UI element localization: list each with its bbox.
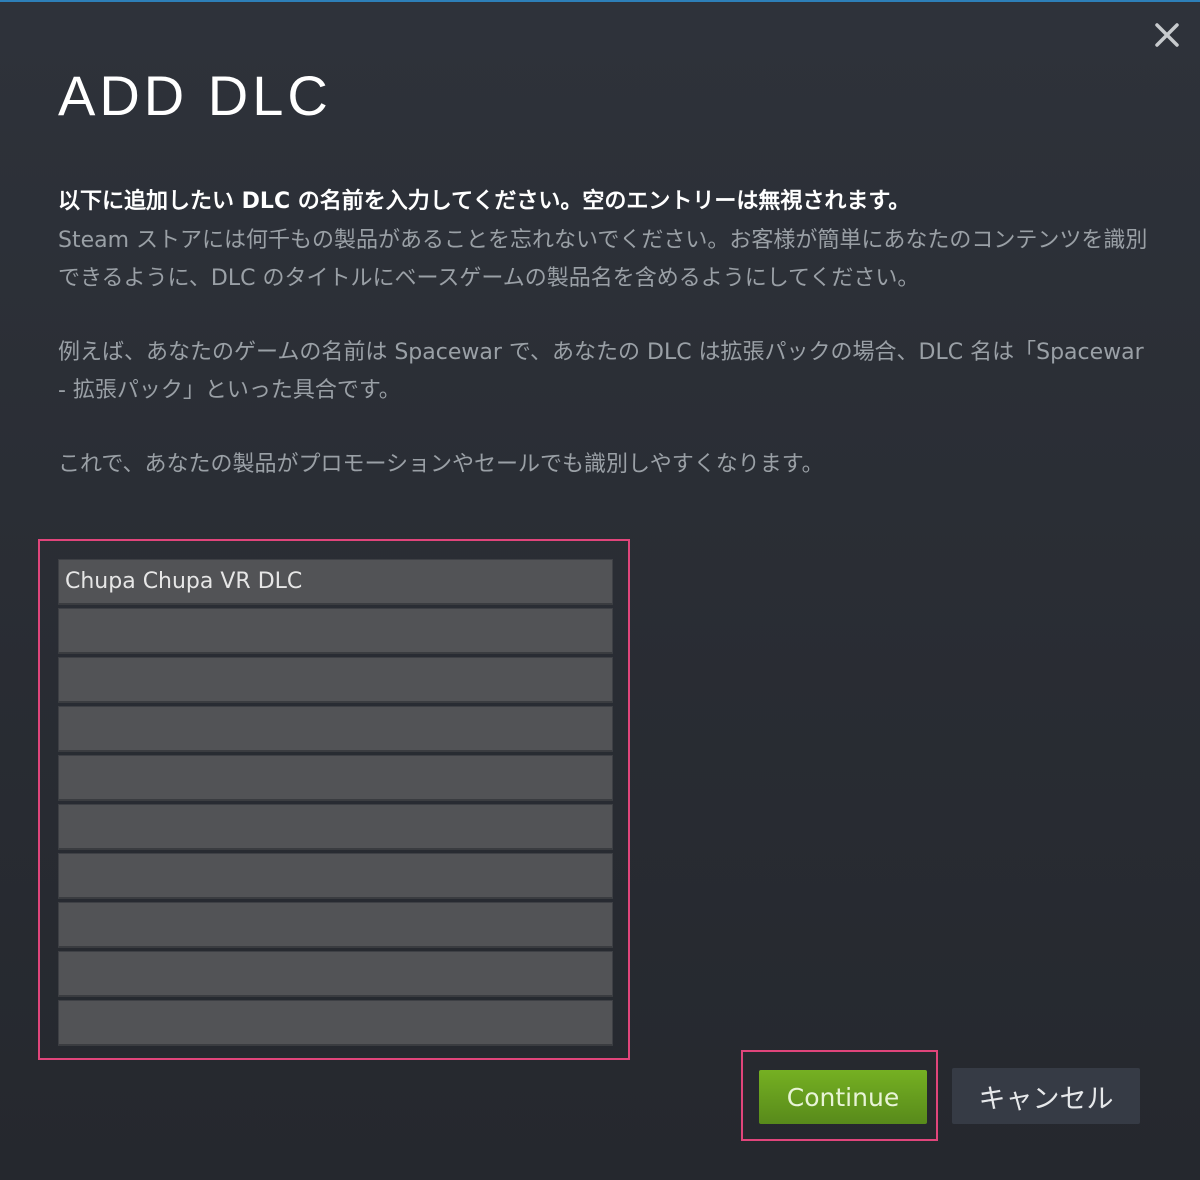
dialog-title: ADD DLC	[58, 64, 332, 127]
dlc-name-input-8[interactable]	[58, 902, 613, 948]
dlc-name-input-9[interactable]	[58, 951, 613, 997]
dlc-name-input-2[interactable]	[58, 608, 613, 654]
instructions-paragraph-2: 例えば、あなたのゲームの名前は Spacewar で、あなたの DLC は拡張パ…	[58, 340, 1144, 403]
instructions-paragraph-3: これで、あなたの製品がプロモーションやセールでも識別しやすくなります。	[58, 452, 824, 477]
dlc-name-input-5[interactable]	[58, 755, 613, 801]
dlc-name-input-1[interactable]	[58, 559, 613, 605]
cancel-button[interactable]: キャンセル	[952, 1068, 1140, 1124]
dlc-name-input-7[interactable]	[58, 853, 613, 899]
dlc-name-input-3[interactable]	[58, 657, 613, 703]
instructions-paragraph-1: Steam ストアには何千もの製品があることを忘れないでください。お客様が簡単に…	[58, 228, 1148, 291]
dlc-entry-list	[58, 559, 613, 1049]
dlc-name-input-4[interactable]	[58, 706, 613, 752]
instructions: 以下に追加したい DLC の名前を入力してください。空のエントリーは無視されます…	[58, 184, 1148, 484]
dlc-name-input-10[interactable]	[58, 1000, 613, 1046]
instructions-lead: 以下に追加したい DLC の名前を入力してください。空のエントリーは無視されます…	[58, 189, 911, 214]
close-icon[interactable]	[1148, 16, 1186, 54]
continue-button[interactable]: Continue	[759, 1070, 927, 1124]
add-dlc-dialog: ADD DLC 以下に追加したい DLC の名前を入力してください。空のエントリ…	[0, 0, 1200, 1180]
dlc-name-input-6[interactable]	[58, 804, 613, 850]
